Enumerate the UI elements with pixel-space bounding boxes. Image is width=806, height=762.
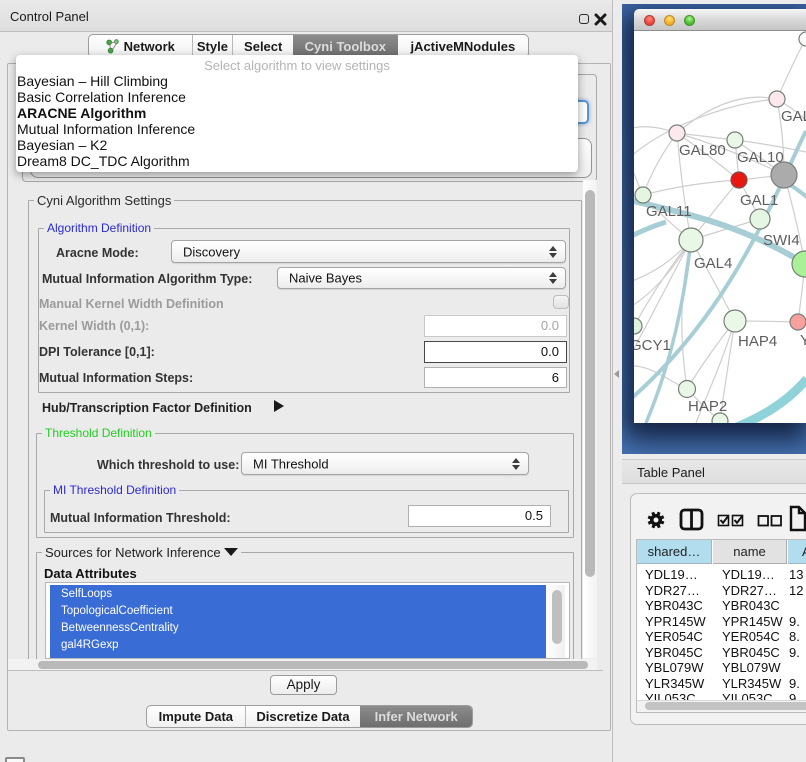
svg-text:GAL11: GAL11 (646, 203, 692, 220)
svg-text:GCY1: GCY1 (634, 337, 671, 354)
svg-text:HAP2: HAP2 (688, 398, 727, 415)
svg-text:GAL4: GAL4 (694, 255, 732, 272)
svg-text:GAL80: GAL80 (679, 142, 726, 159)
svg-text:GAL3: GAL3 (781, 108, 806, 125)
svg-text:GAL10: GAL10 (737, 149, 784, 166)
svg-text:HAP4: HAP4 (738, 333, 777, 350)
svg-text:Y: Y (800, 332, 806, 349)
svg-text:SWI4: SWI4 (763, 232, 800, 249)
svg-text:GAL1: GAL1 (740, 192, 778, 209)
